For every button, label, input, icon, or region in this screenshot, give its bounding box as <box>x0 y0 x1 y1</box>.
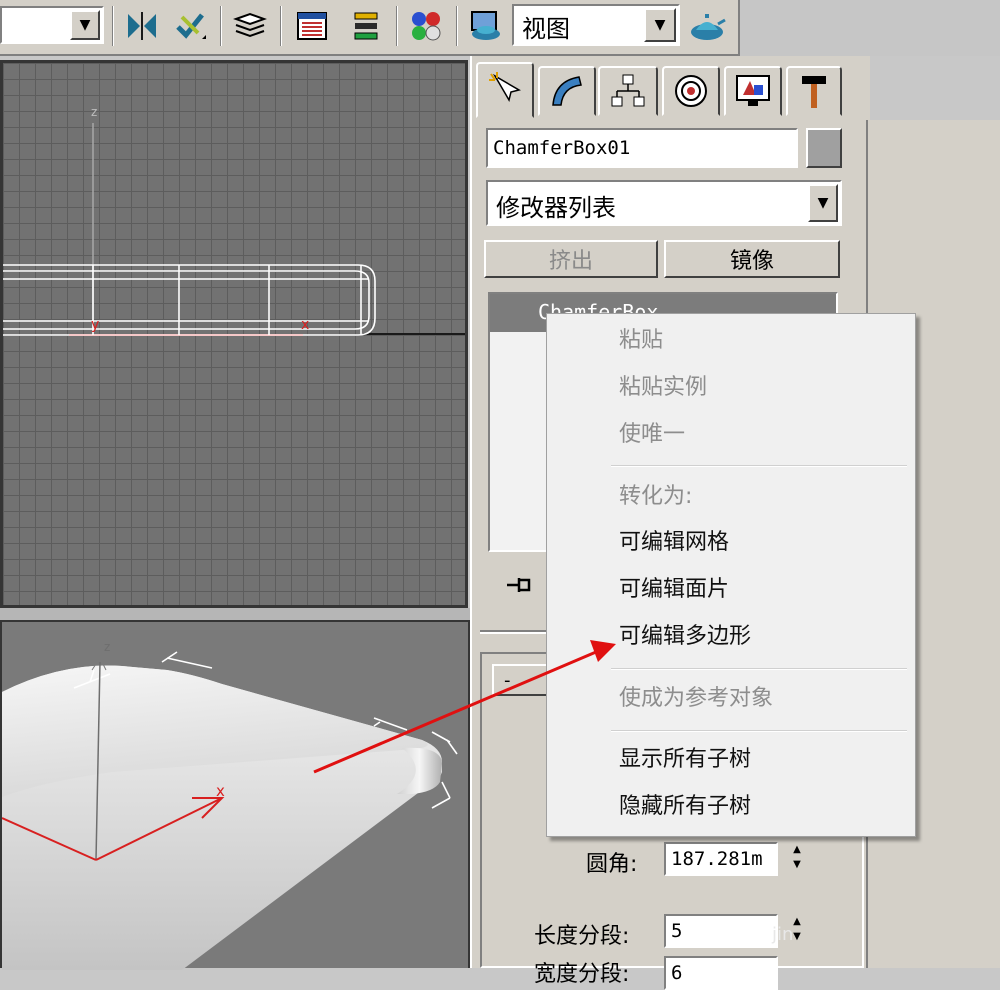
menu-header-convert-to: 转化为: <box>619 484 693 509</box>
menu-separator <box>611 668 907 670</box>
axis-label-z: z <box>91 105 98 119</box>
toolbar-background-strip <box>740 0 1000 56</box>
mirror-icon[interactable] <box>120 6 164 46</box>
modifier-list-dropdown[interactable]: 修改器列表 ▼ <box>486 180 842 226</box>
context-menu: 粘贴 粘贴实例 使唯一 转化为: 可编辑网格 可编辑面片 可编辑多边形 使成为参… <box>546 313 916 837</box>
menu-item-editable-patch[interactable]: 可编辑面片 <box>619 577 729 603</box>
selection-set-dropdown[interactable]: ▼ <box>0 6 104 44</box>
chamferbox-wireframe <box>3 264 376 336</box>
menu-item-editable-poly[interactable]: 可编辑多边形 <box>619 624 751 650</box>
width-segs-field[interactable]: 6 <box>664 956 778 990</box>
fillet-spinner[interactable]: ▲ ▼ <box>786 842 808 876</box>
extrude-button[interactable]: 挤出 <box>484 240 658 278</box>
curve-editor-icon[interactable] <box>290 6 334 46</box>
chevron-down-icon[interactable]: ▼ <box>644 8 676 42</box>
top-viewport[interactable]: z y x <box>0 60 468 608</box>
length-segs-field[interactable]: 5 <box>664 914 778 948</box>
fillet-label: 圆角: <box>586 852 638 877</box>
view-dropdown-value: 视图 <box>522 15 570 43</box>
top-viewport-geometry <box>3 123 465 336</box>
render-setup-icon[interactable] <box>464 6 508 46</box>
modify-tab[interactable] <box>538 66 596 116</box>
menu-item-make-unique[interactable]: 使唯一 <box>619 422 685 448</box>
axis-label-x: x <box>216 782 225 800</box>
length-segs-label: 长度分段: <box>534 924 630 949</box>
schematic-view-icon[interactable] <box>344 6 388 46</box>
material-editor-icon[interactable] <box>404 6 448 46</box>
perspective-viewport[interactable]: z x <box>0 620 470 970</box>
layer-manager-icon[interactable] <box>228 6 272 46</box>
width-segs-label: 宽度分段: <box>534 962 630 987</box>
mirror-button[interactable]: 镜像 <box>664 240 840 278</box>
object-color-swatch[interactable] <box>806 128 842 168</box>
utilities-tab[interactable] <box>786 66 842 116</box>
axis-label-x: x <box>301 317 310 333</box>
object-name-field[interactable]: ChamferBox01 <box>486 128 798 168</box>
axis-label-z: z <box>104 640 111 654</box>
modifier-list-value: 修改器列表 <box>496 194 616 222</box>
axis-label-y: y <box>91 317 100 333</box>
create-tab[interactable] <box>476 62 534 118</box>
menu-separator <box>611 465 907 467</box>
display-tab[interactable] <box>724 66 782 116</box>
align-icon[interactable] <box>168 6 212 46</box>
watermark: jin <box>772 924 794 945</box>
perspective-geometry <box>2 651 458 970</box>
motion-tab[interactable] <box>662 66 720 116</box>
viewport-divider[interactable] <box>0 608 470 620</box>
main-toolbar: ▼ 视图 ▼ <box>0 0 740 56</box>
menu-separator <box>611 730 907 732</box>
rollout-collapse-button[interactable]: - <box>492 664 552 696</box>
pin-stack-icon[interactable] <box>500 568 540 602</box>
menu-item-hide-all-subtrees[interactable]: 隐藏所有子树 <box>619 794 751 820</box>
chevron-down-icon[interactable]: ▼ <box>70 10 100 40</box>
menu-item-editable-mesh[interactable]: 可编辑网格 <box>619 530 729 556</box>
hierarchy-tab[interactable] <box>598 66 658 116</box>
render-icon[interactable] <box>684 6 730 46</box>
menu-item-show-all-subtrees[interactable]: 显示所有子树 <box>619 747 751 773</box>
chevron-down-icon[interactable]: ▼ <box>808 184 838 222</box>
view-dropdown[interactable]: 视图 ▼ <box>512 4 680 46</box>
menu-item-make-reference[interactable]: 使成为参考对象 <box>619 686 773 712</box>
fillet-field[interactable]: 187.281m <box>664 842 778 876</box>
menu-item-paste[interactable]: 粘贴 <box>619 328 663 354</box>
menu-item-paste-instance[interactable]: 粘贴实例 <box>619 375 707 401</box>
